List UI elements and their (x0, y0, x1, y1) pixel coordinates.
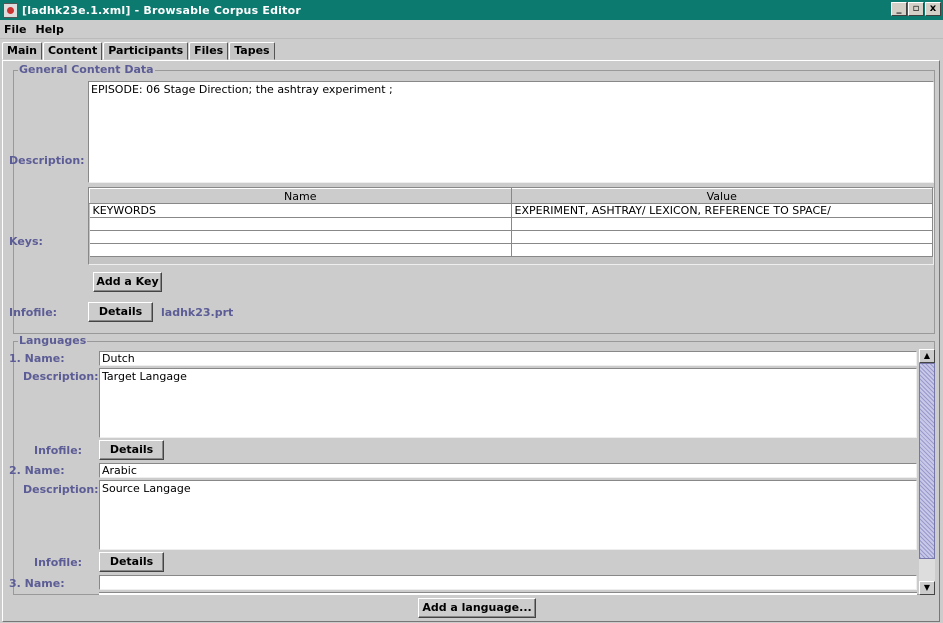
column-header-value[interactable]: Value (510, 188, 933, 204)
infofile-name[interactable]: ladhk23.prt (161, 306, 233, 319)
table-row[interactable] (89, 243, 933, 257)
language-2-description-textarea[interactable]: Source Langage (99, 480, 917, 550)
table-cell[interactable] (89, 243, 512, 257)
window-controls: _ ▫ x (891, 2, 941, 16)
table-cell[interactable] (511, 230, 933, 244)
window-title: [ladhk23e.1.xml] - Browsable Corpus Edit… (22, 3, 301, 17)
keys-label: Keys: (9, 235, 43, 248)
language-2-description-label: Description: (23, 483, 99, 496)
close-button[interactable]: x (925, 2, 941, 16)
languages-legend: Languages (18, 334, 88, 347)
language-1-details-button[interactable]: Details (99, 440, 164, 460)
language-2-infofile-label: Infofile: (34, 556, 83, 569)
language-2-name-label: 2. Name: (9, 464, 65, 477)
menu-help[interactable]: Help (32, 23, 69, 36)
column-header-name[interactable]: Name (89, 188, 512, 204)
table-row[interactable] (89, 230, 933, 244)
tab-files[interactable]: Files (189, 42, 229, 60)
language-1-name-label: 1. Name: (9, 352, 65, 365)
keys-table: Name Value KEYWORDS EXPERIMENT, ASHTRAY/… (88, 187, 934, 265)
scroll-up-icon[interactable]: ▲ (919, 349, 935, 363)
table-row[interactable]: KEYWORDS EXPERIMENT, ASHTRAY/ LEXICON, R… (89, 203, 933, 218)
language-3-name-label: 3. Name: (9, 577, 65, 590)
scrollbar-thumb[interactable] (919, 363, 935, 559)
app-icon (3, 2, 18, 18)
menu-bar: File Help (0, 20, 943, 39)
table-cell[interactable] (511, 217, 933, 231)
description-label: Description: (9, 154, 85, 167)
table-cell[interactable] (511, 243, 933, 257)
infofile-label: Infofile: (9, 306, 58, 319)
table-cell[interactable]: KEYWORDS (89, 203, 512, 218)
language-1-name-field[interactable]: Dutch (99, 351, 917, 366)
content-panel: General Content Data Description: EPISOD… (2, 60, 940, 622)
table-row[interactable] (89, 217, 933, 231)
menu-file[interactable]: File (0, 23, 32, 36)
languages-scrollbar[interactable]: ▲ ▼ (919, 349, 935, 595)
scroll-down-icon[interactable]: ▼ (919, 581, 935, 595)
language-1-description-label: Description: (23, 370, 99, 383)
table-cell[interactable] (89, 230, 512, 244)
language-1-infofile-label: Infofile: (34, 444, 83, 457)
language-1-description-textarea[interactable]: Target Langage (99, 368, 917, 438)
tab-strip: Main Content Participants Files Tapes (2, 42, 276, 61)
title-bar: [ladhk23e.1.xml] - Browsable Corpus Edit… (0, 0, 943, 20)
tab-content[interactable]: Content (42, 42, 103, 61)
add-language-button[interactable]: Add a language... (418, 598, 536, 618)
infofile-details-button[interactable]: Details (88, 302, 153, 322)
table-cell[interactable] (89, 217, 512, 231)
tab-tapes[interactable]: Tapes (229, 42, 275, 60)
table-cell[interactable]: EXPERIMENT, ASHTRAY/ LEXICON, REFERENCE … (511, 203, 933, 218)
description-textarea[interactable]: EPISODE: 06 Stage Direction; the ashtray… (88, 81, 934, 183)
general-content-legend: General Content Data (18, 63, 155, 76)
maximize-button[interactable]: ▫ (908, 2, 924, 16)
add-key-button[interactable]: Add a Key (93, 272, 162, 292)
language-2-details-button[interactable]: Details (99, 552, 164, 572)
language-3-name-field[interactable] (99, 575, 917, 590)
language-2-name-field[interactable]: Arabic (99, 463, 917, 478)
tab-participants[interactable]: Participants (103, 42, 189, 60)
tab-main[interactable]: Main (2, 42, 42, 60)
minimize-button[interactable]: _ (891, 2, 907, 16)
language-4-field-partial (99, 592, 917, 595)
